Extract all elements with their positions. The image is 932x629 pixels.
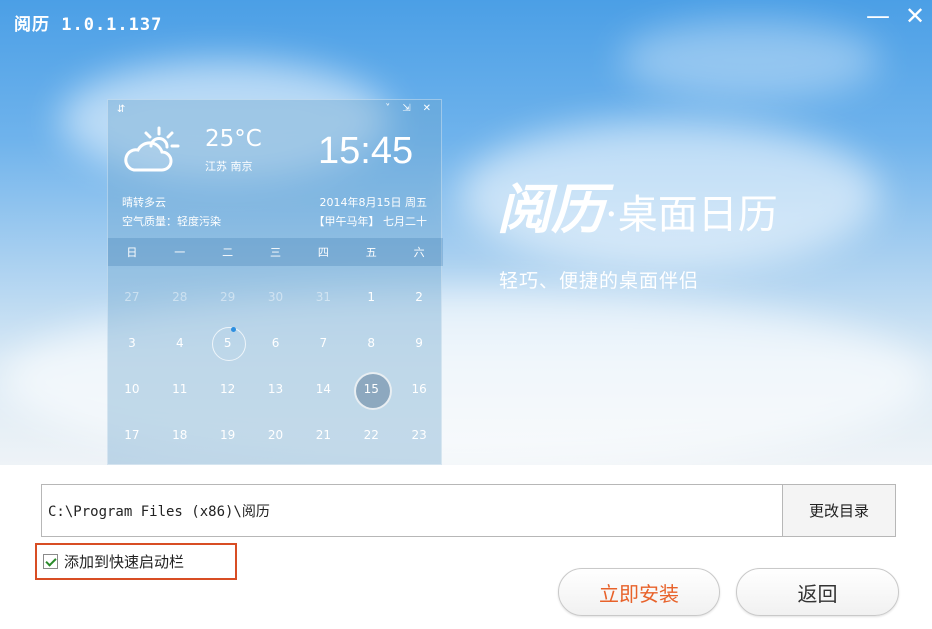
calendar-day: 11 <box>172 382 188 396</box>
calendar-day: 28 <box>172 290 188 304</box>
calendar-grid: 27 28 29 30 31 1 2 3 4 5 6 7 8 9 10 11 1… <box>108 274 443 465</box>
weekday-label: 日 <box>126 246 138 259</box>
calendar-day: 1 <box>367 290 376 304</box>
logo-brand: 阅历 <box>497 177 605 241</box>
calendar-day: 29 <box>347 458 395 465</box>
weekday-label: 三 <box>270 246 281 259</box>
cloud-decoration <box>620 20 880 100</box>
weekday-label: 四 <box>317 246 329 259</box>
weekday-label: 五 <box>365 246 377 259</box>
calendar-widget-preview: ⇵ ˅ ⇲ ✕ 25°C 江苏 南京 15:45 晴转多云 空气质量：轻度污染 … <box>107 99 443 465</box>
air-quality-text: 空气质量：轻度污染 <box>122 215 221 228</box>
quicklaunch-checkbox[interactable] <box>43 554 58 569</box>
calendar-day: 27 <box>252 458 300 465</box>
weekday-label: 二 <box>222 246 234 259</box>
quicklaunch-label: 添加到快速启动栏 <box>64 553 185 571</box>
calendar-day: 28 <box>299 458 347 465</box>
install-now-button[interactable]: 立即安装 <box>558 568 720 616</box>
calendar-day: 9 <box>415 336 423 350</box>
calendar-week: 10 11 12 13 14 15 16 <box>108 366 443 412</box>
calendar-day: 8 <box>367 336 376 350</box>
calendar-day: 6 <box>271 336 280 350</box>
back-button[interactable]: 返回 <box>736 568 899 616</box>
date-text: 2014年8月15日 周五 <box>319 196 428 209</box>
calendar-day: 4 <box>175 336 184 350</box>
weekday-label: 一 <box>174 246 186 259</box>
lunar-date-text: 【甲午马年】 七月二十 <box>313 215 428 228</box>
calendar-day: 27 <box>124 290 140 304</box>
calendar-day: 2 <box>415 290 423 304</box>
temperature-readout: 25°C <box>205 126 262 152</box>
calendar-day: 22 <box>363 428 379 442</box>
calendar-day: 21 <box>315 428 331 442</box>
calendar-day: 14 <box>315 382 331 396</box>
product-logo: 阅历·桌面日历 <box>497 165 778 244</box>
calendar-day: 17 <box>124 428 140 442</box>
calendar-day: 30 <box>395 458 443 465</box>
quicklaunch-option[interactable]: 添加到快速启动栏 <box>35 543 237 580</box>
install-path-row: 更改目录 <box>41 484 896 537</box>
calendar-day: 7 <box>319 336 328 350</box>
weekday-label: 六 <box>413 246 425 259</box>
minimize-button[interactable]: — <box>866 4 890 28</box>
city-label: 江苏 南京 <box>205 160 253 173</box>
weekday-header: 日 一 二 三 四 五 六 <box>108 238 443 266</box>
calendar-day: 25 <box>156 458 204 465</box>
pin-icon: ⇵ <box>117 104 126 115</box>
calendar-day: 12 <box>220 382 236 396</box>
calendar-week: 3 4 5 6 7 8 9 <box>108 320 443 366</box>
calendar-week: 17 18 19 20 21 22 23 <box>108 412 443 458</box>
weather-text: 晴转多云 <box>122 196 166 209</box>
time-readout: 15:45 <box>318 130 414 172</box>
calendar-day: 20 <box>267 428 284 442</box>
header-banner: 阅历 1.0.1.137 — ✕ ⇵ ˅ ⇲ ✕ 25°C 江苏 南京 15:4… <box>0 0 932 465</box>
install-path-input[interactable] <box>42 485 782 536</box>
close-icon: ✕ <box>422 103 431 114</box>
window-title: 阅历 1.0.1.137 <box>14 15 163 35</box>
calendar-week: 24 25 26 27 28 29 30 <box>108 458 443 465</box>
calendar-day: 16 <box>411 382 427 396</box>
change-directory-button[interactable]: 更改目录 <box>782 485 895 536</box>
calendar-day: 18 <box>172 428 188 442</box>
calendar-week: 27 28 29 30 31 1 2 <box>108 274 443 320</box>
calendar-day: 3 <box>128 336 136 350</box>
calendar-day: 23 <box>411 428 427 442</box>
partly-cloudy-icon <box>124 126 180 172</box>
calendar-day: 19 <box>220 428 236 442</box>
calendar-day: 29 <box>220 290 236 304</box>
logo-subtitle: ·桌面日历 <box>605 192 778 238</box>
calendar-day: 13 <box>267 382 284 396</box>
widget-controls: ˅ ⇲ ✕ <box>385 103 431 114</box>
calendar-day-today: 15 <box>347 366 395 412</box>
calendar-day: 31 <box>315 290 331 304</box>
calendar-day: 24 <box>108 458 156 465</box>
resize-icon: ⇲ <box>402 103 411 114</box>
calendar-day-marked: 5 <box>204 320 252 366</box>
calendar-day: 10 <box>124 382 140 396</box>
collapse-icon: ˅ <box>385 103 391 114</box>
product-tagline: 轻巧、便捷的桌面伴侣 <box>499 270 700 292</box>
calendar-day: 30 <box>267 290 284 304</box>
close-button[interactable]: ✕ <box>905 4 925 28</box>
calendar-day: 26 <box>204 458 252 465</box>
